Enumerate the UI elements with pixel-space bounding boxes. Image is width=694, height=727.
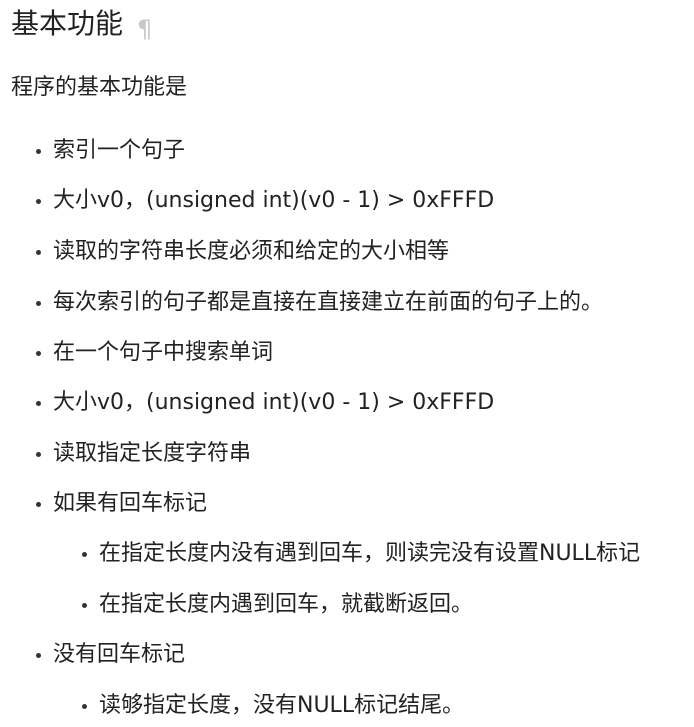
bullet-icon [36,401,41,406]
list-item-text: 在指定长度内没有遇到回车，则读完没有设置NULL标记 [99,541,641,566]
list-item-text: 读够指定长度，没有NULL标记结尾。 [99,693,465,718]
bullet-icon [82,552,87,557]
list-item-text: 如果有回车标记 [53,491,208,516]
pilcrow-anchor-icon[interactable]: ¶ [137,7,152,51]
bullet-icon [36,502,41,507]
list-item-text: 每次索引的句子都是直接在直接建立在前面的句子上的。 [53,290,604,315]
bullet-icon [36,653,41,658]
section-heading: 基本功能 ¶ [11,2,152,51]
document-page: 基本功能 ¶ 程序的基本功能是 索引一个句子 大小v0，(unsigned int… [0,0,694,727]
bullet-icon [82,603,87,608]
list-item-text: 在指定长度内遇到回车，就截断返回。 [99,592,474,617]
bullet-icon [36,149,41,154]
list-item-text: 读取指定长度字符串 [53,441,252,466]
list-item-text: 没有回车标记 [53,642,186,667]
bullet-icon [36,452,41,457]
list-item-text: 在一个句子中搜索单词 [53,340,274,365]
list-item-text: 索引一个句子 [53,138,186,163]
list-item-text: 大小v0，(unsigned int)(v0 - 1) > 0xFFFD [53,188,495,213]
bullet-icon [36,250,41,255]
bullet-icon [36,199,41,204]
bullet-icon [36,301,41,306]
heading-title: 基本功能 [11,7,124,40]
intro-paragraph: 程序的基本功能是 [11,75,188,100]
list-item-text: 大小v0，(unsigned int)(v0 - 1) > 0xFFFD [53,390,495,415]
list-item-text: 读取的字符串长度必须和给定的大小相等 [53,239,450,264]
bullet-icon [36,351,41,356]
bullet-icon [82,704,87,709]
